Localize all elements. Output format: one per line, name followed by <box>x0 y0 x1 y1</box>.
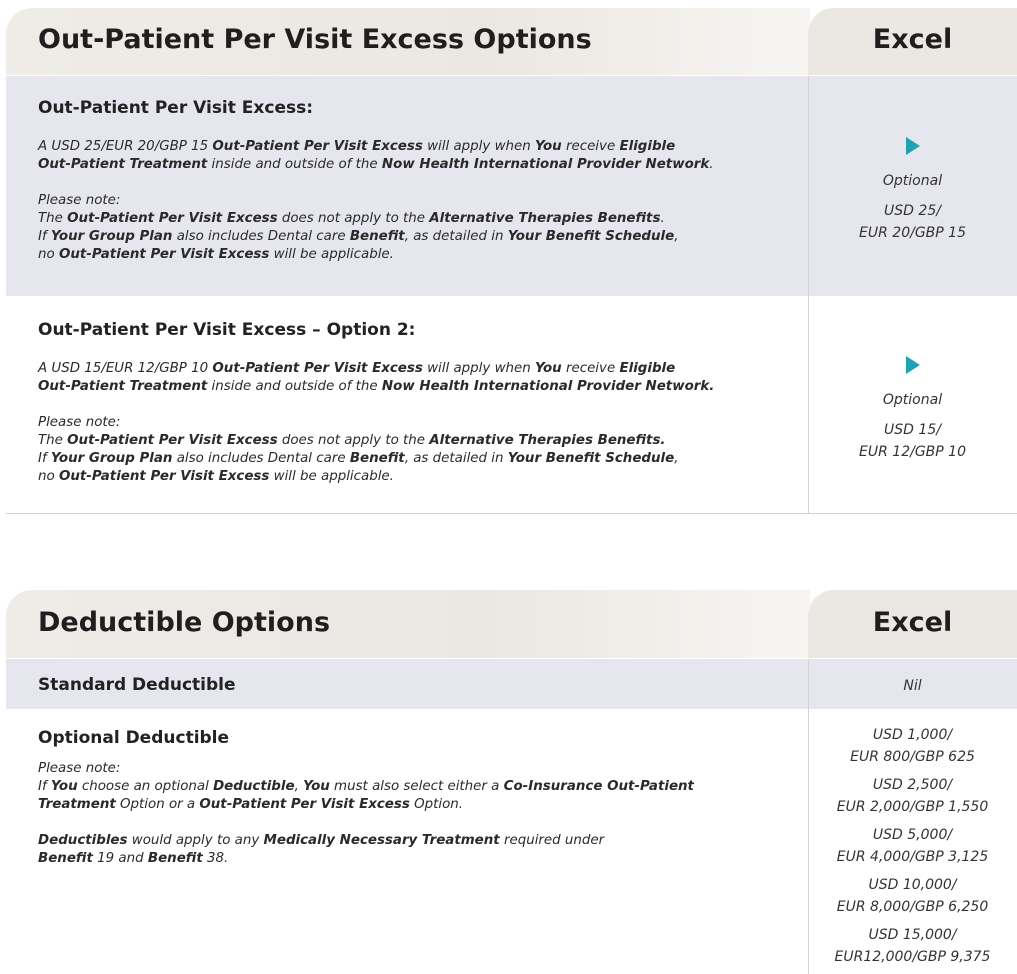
optional-deductible-paragraph2: Deductibles would apply to any Medically… <box>38 833 605 866</box>
row1-paragraph2: Please note: The Out-Patient Per Visit Ex… <box>38 193 679 262</box>
row2-status: Optional <box>882 392 943 408</box>
deductible-option: USD 5,000/ EUR 4,000/GBP 3,125 <box>836 827 989 865</box>
section1-plan-name: Excel <box>872 24 953 55</box>
play-arrow-icon <box>906 356 920 374</box>
standard-deductible-label: Standard Deductible <box>38 675 236 695</box>
row1-paragraph1: A USD 25/EUR 20/GBP 15 Out-Patient Per V… <box>38 139 714 172</box>
deductible-option: USD 10,000/ EUR 8,000/GBP 6,250 <box>836 877 989 915</box>
optional-deductible-label: Optional Deductible <box>38 728 230 748</box>
row1-amount-line1: USD 25/ <box>884 203 941 219</box>
row2-heading: Out-Patient Per Visit Excess – Option 2: <box>38 320 416 340</box>
play-arrow-icon <box>906 137 920 155</box>
section1-title: Out-Patient Per Visit Excess Options <box>38 24 592 55</box>
section1-bottom-divider <box>6 513 1017 514</box>
row1-status: Optional <box>882 173 943 189</box>
row2-amount-line1: USD 15/ <box>884 422 941 438</box>
deductible-option: USD 1,000/ EUR 800/GBP 625 <box>850 727 975 765</box>
row2-amount-line2: EUR 12/GBP 10 <box>859 444 966 460</box>
row1-amount-line2: EUR 20/GBP 15 <box>859 225 966 241</box>
section2-title: Deductible Options <box>38 607 331 638</box>
section2-plan-name: Excel <box>872 607 953 638</box>
row2-values: Optional USD 15/ EUR 12/GBP 10 <box>808 389 1017 463</box>
deductible-option: USD 15,000/ EUR12,000/GBP 9,375 <box>834 927 991 965</box>
standard-deductible-value: Nil <box>903 678 922 694</box>
row1-heading: Out-Patient Per Visit Excess: <box>38 98 314 118</box>
row2-paragraph2: Please note: The Out-Patient Per Visit Ex… <box>38 415 679 484</box>
row2-paragraph1: A USD 15/EUR 12/GBP 10 Out-Patient Per V… <box>38 361 715 394</box>
optional-deductible-paragraph1: Please note: If You choose an optional De… <box>38 761 694 812</box>
row1-values: Optional USD 25/ EUR 20/GBP 15 <box>808 170 1017 244</box>
optional-deductible-values: USD 1,000/ EUR 800/GBP 625 USD 2,500/ EU… <box>808 724 1017 968</box>
deductible-option: USD 2,500/ EUR 2,000/GBP 1,550 <box>836 777 989 815</box>
